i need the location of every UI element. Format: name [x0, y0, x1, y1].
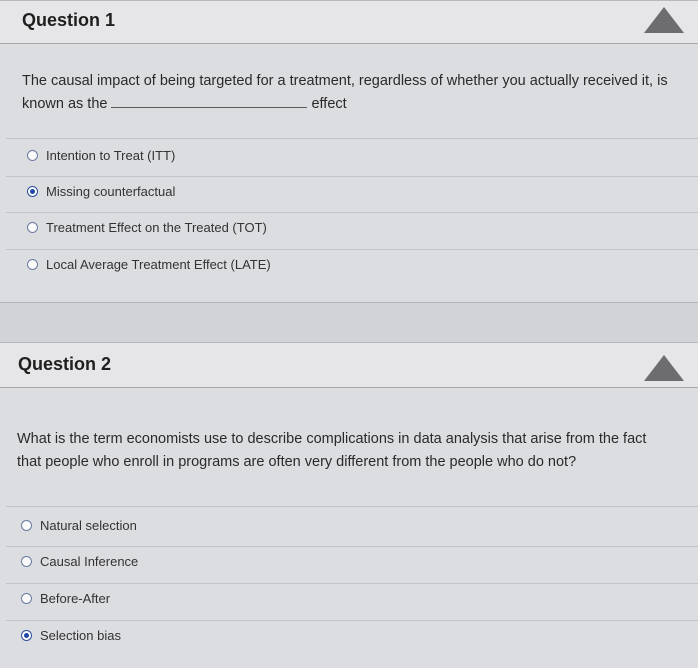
question-1-text-suffix: effect	[311, 96, 347, 112]
question-separator	[0, 302, 698, 343]
option-label: Local Average Treatment Effect (LATE)	[46, 257, 271, 272]
question-2-title: Question 2	[18, 354, 112, 374]
radio-button[interactable]	[21, 556, 32, 567]
question-1-title: Question 1	[22, 10, 116, 30]
fill-in-blank	[111, 95, 308, 108]
option-label: Intention to Treat (ITT)	[46, 148, 176, 163]
option-label: Natural selection	[40, 518, 137, 533]
divider	[6, 249, 698, 250]
radio-button[interactable]	[27, 259, 38, 270]
question-1-body: The causal impact of being targeted for …	[0, 44, 698, 302]
q1-option-missing-counterfactual[interactable]: Missing counterfactual	[27, 184, 175, 199]
divider	[6, 212, 698, 213]
divider	[6, 506, 698, 507]
question-1-text-prefix: known as the	[22, 96, 108, 112]
q1-option-late[interactable]: Local Average Treatment Effect (LATE)	[27, 257, 271, 272]
divider	[6, 620, 698, 621]
question-2-header: Question 2	[0, 342, 698, 388]
q2-option-selection-bias[interactable]: Selection bias	[21, 628, 121, 643]
option-label: Before-After	[40, 591, 111, 606]
q2-option-natural-selection[interactable]: Natural selection	[21, 518, 137, 533]
radio-button[interactable]	[21, 593, 32, 604]
divider	[6, 138, 698, 139]
question-1-corner-icon	[644, 7, 684, 33]
divider	[6, 583, 698, 584]
option-label: Treatment Effect on the Treated (TOT)	[46, 220, 267, 235]
option-label: Causal Inference	[40, 554, 139, 569]
question-1-header: Question 1	[0, 0, 698, 44]
radio-button[interactable]	[27, 150, 38, 161]
question-1-text-line2: known as the effect	[22, 93, 694, 116]
question-1-text: The causal impact of being targeted for …	[22, 70, 694, 116]
radio-button[interactable]	[27, 222, 38, 233]
radio-button-selected[interactable]	[27, 186, 38, 197]
question-2-body: What is the term economists use to descr…	[0, 388, 698, 668]
question-2-text: What is the term economists use to descr…	[17, 428, 695, 474]
option-label: Missing counterfactual	[46, 184, 176, 199]
q1-option-itt[interactable]: Intention to Treat (ITT)	[27, 148, 175, 163]
option-label: Selection bias	[40, 628, 121, 643]
divider	[6, 176, 698, 177]
q1-option-tot[interactable]: Treatment Effect on the Treated (TOT)	[27, 220, 267, 235]
divider	[6, 546, 698, 547]
question-2-text-line2: that people who enroll in programs are o…	[17, 454, 577, 470]
q2-option-causal-inference[interactable]: Causal Inference	[21, 554, 138, 569]
q2-option-before-after[interactable]: Before-After	[21, 591, 110, 606]
radio-button-selected[interactable]	[21, 630, 32, 641]
question-2-text-line1: What is the term economists use to descr…	[17, 431, 647, 447]
radio-button[interactable]	[21, 520, 32, 531]
question-2-corner-icon	[644, 355, 684, 381]
question-1-text-line1: The causal impact of being targeted for …	[22, 73, 668, 89]
